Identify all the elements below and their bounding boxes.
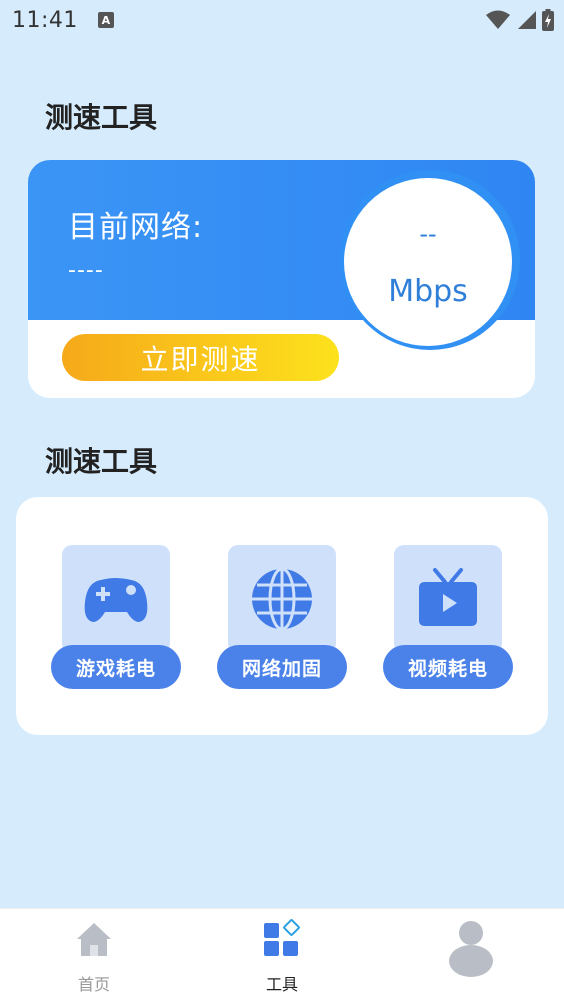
- section-title-speed-test: 测速工具: [45, 101, 158, 134]
- speed-unit: Mbps: [388, 274, 468, 309]
- start-speed-test-button[interactable]: 立即测速: [62, 334, 339, 381]
- wifi-icon: [486, 10, 510, 29]
- section-title-tools: 测速工具: [45, 445, 158, 478]
- tools-card: 游戏耗电 网络加固 视频耗电: [16, 497, 548, 735]
- tool-label: 游戏耗电: [51, 645, 181, 689]
- status-icons: [486, 9, 554, 31]
- tool-network-boost[interactable]: 网络加固: [215, 545, 347, 691]
- tool-label: 视频耗电: [383, 645, 513, 689]
- status-time: 11:41: [12, 7, 78, 33]
- home-icon: [77, 923, 111, 956]
- speed-gauge: -- Mbps: [344, 178, 512, 346]
- network-value: ----: [68, 258, 104, 283]
- nav-label: 工具: [265, 975, 298, 994]
- nav-item-profile[interactable]: [376, 909, 564, 1004]
- user-icon: [449, 921, 493, 977]
- speed-value: --: [419, 220, 437, 248]
- cell-signal-icon: [518, 11, 536, 29]
- speed-test-card: 目前网络: ---- -- Mbps 立即测速: [28, 160, 535, 398]
- tools-grid-icon: [264, 919, 300, 956]
- tool-video-power[interactable]: 视频耗电: [381, 545, 513, 691]
- screen: 11:41 A 测速工具 目前网络: ---- -- Mbps 立即测速 测速工…: [0, 0, 564, 1004]
- tool-icon-box: [228, 545, 336, 653]
- battery-icon: [542, 9, 554, 31]
- tool-icon-box: [394, 545, 502, 653]
- status-bar: 11:41 A: [0, 0, 564, 40]
- nav-item-home[interactable]: 首页: [0, 909, 188, 1004]
- network-label: 目前网络:: [68, 210, 204, 245]
- nav-item-tools[interactable]: 工具: [188, 909, 376, 1004]
- nav-label: 首页: [77, 975, 110, 994]
- tv-play-icon: [419, 568, 477, 626]
- tool-icon-box: [62, 545, 170, 653]
- globe-icon: [252, 567, 312, 631]
- tool-label: 网络加固: [217, 645, 347, 689]
- gamepad-icon: [84, 578, 148, 622]
- tool-game-power[interactable]: 游戏耗电: [49, 545, 181, 691]
- bottom-nav: 首页 工具: [0, 908, 564, 1004]
- notification-icon: A: [97, 12, 114, 28]
